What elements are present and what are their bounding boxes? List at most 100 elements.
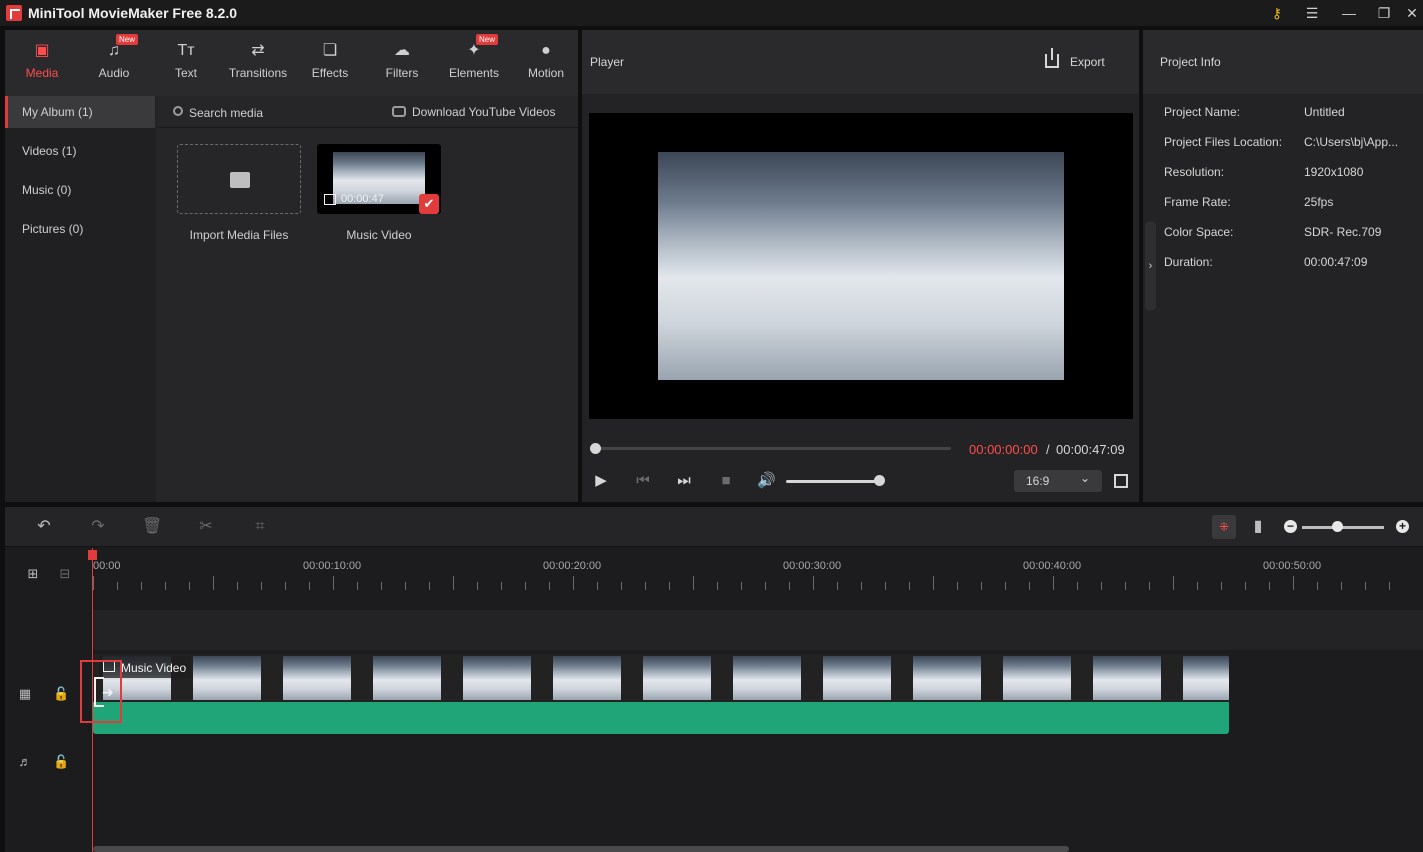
maximize-icon[interactable]: ❐: [1372, 3, 1396, 23]
ruler-tick: [741, 582, 742, 590]
ruler-tick: [789, 582, 790, 590]
ruler-tick: [1221, 582, 1222, 590]
ruler-tick: [285, 582, 286, 590]
stop-icon[interactable]: ■: [717, 472, 735, 490]
ruler-tick: [189, 582, 190, 590]
redo-icon[interactable]: ↷: [88, 517, 108, 537]
ruler-tick: [717, 582, 718, 590]
tab-motion[interactable]: ● Motion: [514, 40, 578, 90]
project-info-panel: Project Info Project Name: Untitled Proj…: [1143, 30, 1423, 502]
aspect-ratio-value: 16:9: [1026, 474, 1050, 488]
tab-audio[interactable]: New ♫ Audio: [82, 34, 146, 90]
zoom-knob[interactable]: [1332, 521, 1343, 532]
zoom-out-icon[interactable]: −: [1284, 520, 1297, 533]
ruler-tick: [141, 582, 142, 590]
ruler-tick: [309, 582, 310, 590]
menu-icon[interactable]: ☰: [1300, 3, 1324, 23]
tab-transitions[interactable]: ⇄ Transitions: [226, 40, 290, 90]
tab-effects[interactable]: ❏ Effects: [298, 40, 362, 90]
import-media-button[interactable]: [177, 144, 301, 214]
audio-track[interactable]: [93, 744, 1423, 786]
volume-knob[interactable]: [874, 475, 885, 486]
ruler-tick: [405, 582, 406, 590]
previous-frame-icon[interactable]: ⏮: [634, 472, 652, 490]
export-button[interactable]: Export: [1070, 55, 1105, 69]
album-item-music[interactable]: Music (0): [5, 174, 155, 206]
split-icon[interactable]: ✂: [196, 517, 216, 537]
next-frame-icon[interactable]: ⏭: [675, 472, 693, 490]
clip-frame: [823, 656, 891, 700]
minimize-icon[interactable]: —: [1337, 3, 1361, 23]
delete-icon[interactable]: 🗑: [142, 517, 162, 537]
progress-knob[interactable]: [590, 443, 601, 454]
video-track[interactable]: Music Video: [93, 654, 1423, 740]
timeline-clip[interactable]: Music Video: [93, 654, 1229, 734]
ruler-tick: [1317, 582, 1318, 590]
folder-icon: [230, 172, 250, 188]
undo-icon[interactable]: ↶: [34, 517, 54, 537]
search-bar: Download YouTube Videos: [157, 96, 578, 128]
download-youtube-button[interactable]: Download YouTube Videos: [412, 105, 555, 119]
remove-track-icon[interactable]: ⊟: [57, 566, 73, 582]
tab-text[interactable]: Tт Text: [154, 40, 218, 90]
snap-icon[interactable]: ⁜: [1212, 515, 1236, 539]
ruler-tick: [597, 582, 598, 590]
fullscreen-icon[interactable]: [1114, 474, 1128, 488]
audio-waveform: [93, 702, 1229, 734]
playhead-handle[interactable]: [88, 550, 97, 560]
export-icon[interactable]: [1045, 48, 1059, 68]
tab-elements[interactable]: New ✦ Elements: [442, 34, 506, 90]
progress-slider[interactable]: [595, 447, 951, 450]
key-icon[interactable]: ⚷: [1265, 3, 1289, 23]
zoom-in-icon[interactable]: +: [1396, 520, 1409, 533]
audio-track-icon: ♬: [18, 754, 32, 769]
info-value-duration: 00:00:47:09: [1304, 255, 1368, 269]
ruler-tick: [909, 582, 910, 590]
volume-slider[interactable]: [786, 480, 878, 483]
clip-frame: [1093, 656, 1161, 700]
ruler-tick: [1269, 582, 1270, 590]
lock-icon[interactable]: 🔓: [53, 754, 69, 770]
motion-icon: ●: [541, 42, 551, 59]
ruler-tick: [93, 576, 94, 590]
ruler-tick: [429, 582, 430, 590]
tab-filters[interactable]: ☁ Filters: [370, 40, 434, 90]
zoom-slider[interactable]: [1302, 526, 1384, 529]
horizontal-scrollbar[interactable]: [93, 846, 1069, 852]
clip-frame: [463, 656, 531, 700]
ruler-tick: [837, 582, 838, 590]
clip-frame: [643, 656, 711, 700]
ruler-tick: [1173, 576, 1174, 590]
ruler-tick: [501, 582, 502, 590]
ruler-tick: [933, 576, 934, 590]
search-input[interactable]: [189, 104, 369, 122]
fit-timeline-icon[interactable]: ▮: [1248, 517, 1268, 537]
collapse-panel-handle[interactable]: ›: [1145, 222, 1156, 310]
album-item-videos[interactable]: Videos (1): [5, 135, 155, 167]
close-icon[interactable]: ✕: [1400, 3, 1423, 23]
info-key-location: Project Files Location:: [1164, 135, 1283, 149]
ruler-tick: [1053, 576, 1054, 590]
ruler-tick: [1149, 582, 1150, 590]
album-item-pictures[interactable]: Pictures (0): [5, 213, 155, 245]
crop-icon[interactable]: ⌗: [250, 517, 270, 537]
checkmark-icon[interactable]: ✔: [419, 194, 439, 214]
volume-icon[interactable]: 🔊: [757, 472, 776, 490]
aspect-ratio-select[interactable]: 16:9 ⌄: [1014, 470, 1102, 492]
info-key-project-name: Project Name:: [1164, 105, 1241, 119]
clip-frame: [553, 656, 621, 700]
tab-media[interactable]: ▣ Media: [10, 40, 74, 90]
lock-icon[interactable]: 🔓: [53, 686, 69, 702]
ruler-tick: [1101, 582, 1102, 590]
add-track-icon[interactable]: ⊞: [25, 566, 41, 582]
ruler-tick: [669, 582, 670, 590]
empty-track[interactable]: [93, 610, 1423, 650]
ruler-tick: [213, 576, 214, 590]
ruler-tick: [981, 582, 982, 590]
album-item-my-album[interactable]: My Album (1): [5, 96, 155, 128]
time-ruler[interactable]: 00:00 00:00:10:00 00:00:20:00 00:00:30:0…: [93, 548, 1423, 608]
ruler-tick: [381, 582, 382, 590]
album-list: My Album (1) Videos (1) Music (0) Pictur…: [5, 96, 155, 502]
ruler-tick: [1029, 582, 1030, 590]
play-icon[interactable]: ▶: [592, 472, 610, 490]
